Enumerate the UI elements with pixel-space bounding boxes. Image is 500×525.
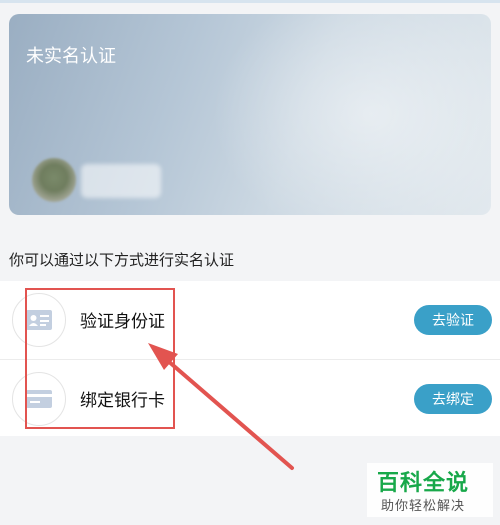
blurred-username [81,164,161,198]
verification-hint: 你可以通过以下方式进行实名认证 [9,251,235,269]
bind-bank-card-button[interactable]: 去绑定 [414,384,492,414]
watermark-title: 百科全说 [377,471,470,496]
identity-card: 未实名认证 [9,14,491,215]
top-accent-bar [0,0,500,3]
annotation-highlight-box [25,288,175,429]
verify-id-button[interactable]: 去验证 [414,305,492,335]
verification-status: 未实名认证 [26,46,116,67]
watermark-logo: 百科全说 助你轻松解决 [367,463,493,517]
watermark-subtitle: 助你轻松解决 [381,499,466,514]
avatar [32,158,76,202]
